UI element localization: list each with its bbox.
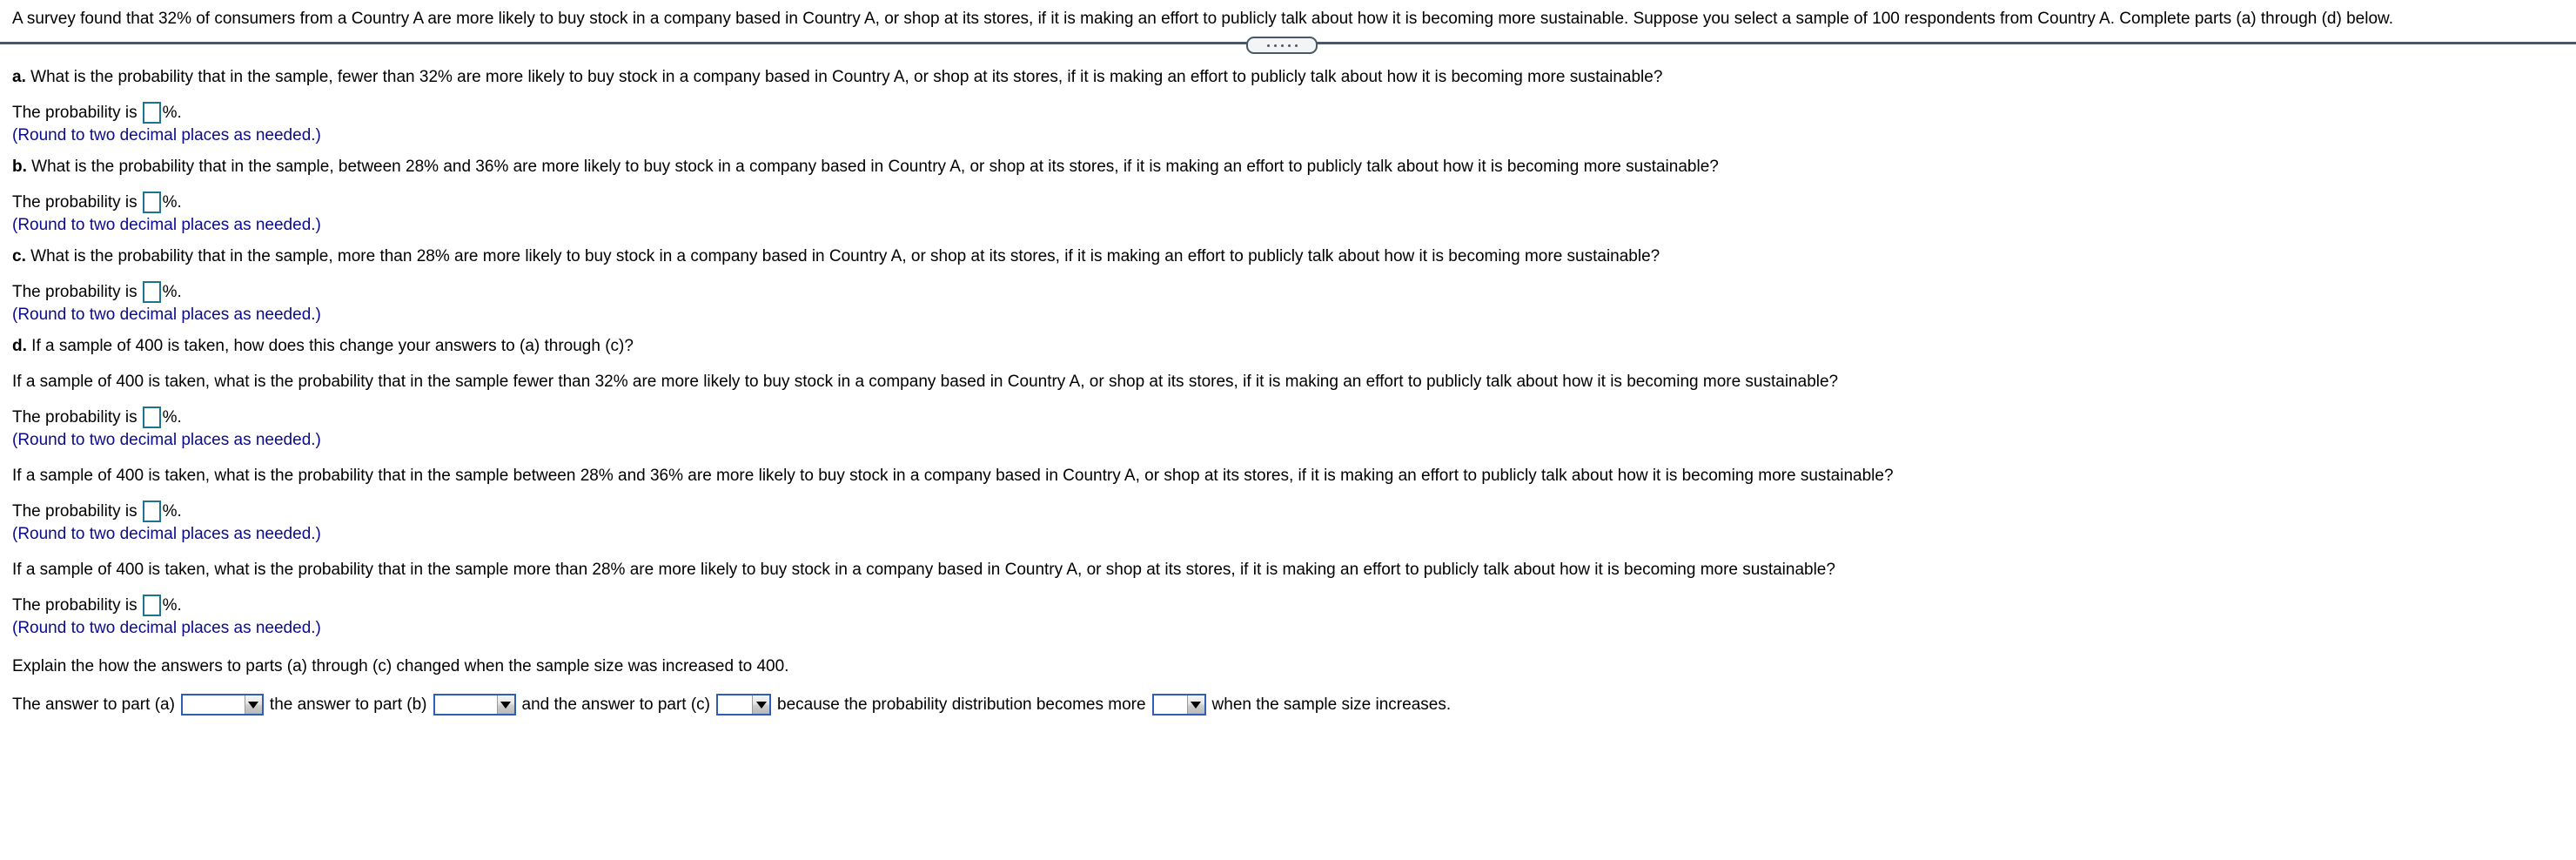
question-text-a: What is the probability that in the samp…	[30, 68, 1663, 86]
dropdown-part-a[interactable]	[180, 694, 264, 716]
conclusion-text-2: the answer to part (b)	[269, 695, 427, 714]
question-part-d: d. If a sample of 400 is taken, how does…	[12, 337, 2564, 356]
part-label-a: a.	[12, 68, 26, 86]
rounding-hint-a: (Round to two decimal places as needed.)	[12, 126, 321, 144]
question-part-a: a. What is the probability that in the s…	[12, 68, 2564, 87]
answer-suffix-b: %.	[162, 192, 182, 212]
answer-lead-c: The probability is	[12, 282, 138, 301]
part-label-b: b.	[12, 158, 27, 176]
answer-input-d2[interactable]	[142, 501, 161, 522]
splitter-dot-icon	[1287, 44, 1291, 47]
dropdown-part-a-value	[183, 695, 245, 714]
part-label-d: d.	[12, 337, 27, 355]
part-label-c: c.	[12, 247, 26, 265]
dropdown-part-b-value	[435, 695, 497, 714]
chevron-down-icon[interactable]	[496, 695, 514, 714]
question-part-d3: If a sample of 400 is taken, what is the…	[12, 561, 1835, 579]
answer-lead-b: The probability is	[12, 192, 138, 212]
rounding-hint-d1: (Round to two decimal places as needed.)	[12, 431, 321, 449]
splitter-dot-icon	[1280, 44, 1284, 47]
answer-row-c: The probability is %.	[12, 281, 2564, 303]
answer-suffix-a: %.	[162, 103, 182, 122]
answer-input-d3[interactable]	[142, 595, 161, 616]
answer-input-d1[interactable]	[142, 406, 161, 428]
question-text-b: What is the probability that in the samp…	[31, 158, 1719, 176]
answer-input-b[interactable]	[142, 191, 161, 213]
answer-suffix-d1: %.	[162, 407, 182, 427]
answer-lead-d2: The probability is	[12, 501, 138, 521]
splitter-dot-icon	[1273, 44, 1277, 47]
answer-lead-d3: The probability is	[12, 595, 138, 615]
question-part-d2: If a sample of 400 is taken, what is the…	[12, 467, 1894, 485]
question-text-d: If a sample of 400 is taken, how does th…	[31, 337, 634, 355]
dropdown-distribution[interactable]	[1151, 694, 1206, 716]
dropdown-part-c-value	[718, 695, 752, 714]
select-wrap-part-b[interactable]	[433, 694, 516, 716]
splitter-dot-icon	[1266, 44, 1270, 47]
answer-suffix-c: %.	[162, 282, 182, 301]
panel-splitter[interactable]	[0, 37, 2576, 56]
answer-row-b: The probability is %.	[12, 191, 2564, 213]
question-part-c: c. What is the probability that in the s…	[12, 247, 2564, 266]
answer-input-c[interactable]	[142, 281, 161, 303]
chevron-down-icon[interactable]	[244, 695, 262, 714]
rounding-hint-d2: (Round to two decimal places as needed.)	[12, 525, 321, 543]
answer-row-a: The probability is %.	[12, 102, 2564, 124]
answer-row-d2: The probability is %.	[12, 501, 2564, 522]
explain-prompt: Explain the how the answers to parts (a)…	[12, 657, 789, 675]
conclusion-text-3: and the answer to part (c)	[521, 695, 711, 714]
answer-suffix-d3: %.	[162, 595, 182, 615]
answer-lead-d1: The probability is	[12, 407, 138, 427]
question-part-d1: If a sample of 400 is taken, what is the…	[12, 373, 1839, 391]
splitter-drag-handle[interactable]	[1246, 37, 1318, 54]
splitter-dot-icon	[1294, 44, 1298, 47]
answer-input-a[interactable]	[142, 102, 161, 124]
question-text-c: What is the probability that in the samp…	[30, 247, 1660, 265]
dropdown-part-c[interactable]	[716, 694, 772, 716]
rounding-hint-c: (Round to two decimal places as needed.)	[12, 306, 321, 324]
conclusion-sentence-row: The answer to part (a) the answer to par…	[12, 694, 2564, 716]
rounding-hint-b: (Round to two decimal places as needed.)	[12, 216, 321, 234]
chevron-down-icon[interactable]	[752, 695, 770, 714]
conclusion-text-5: when the sample size increases.	[1211, 695, 1452, 714]
rounding-hint-d3: (Round to two decimal places as needed.)	[12, 619, 321, 637]
answer-row-d3: The probability is %.	[12, 595, 2564, 616]
conclusion-text-1: The answer to part (a)	[12, 695, 175, 714]
problem-statement: A survey found that 32% of consumers fro…	[12, 10, 2393, 28]
select-wrap-part-a[interactable]	[180, 694, 264, 716]
conclusion-text-4: because the probability distribution bec…	[777, 695, 1146, 714]
answer-lead-a: The probability is	[12, 103, 138, 122]
select-wrap-part-c[interactable]	[716, 694, 772, 716]
select-wrap-distribution[interactable]	[1151, 694, 1206, 716]
dropdown-part-b[interactable]	[433, 694, 516, 716]
question-part-b: b. What is the probability that in the s…	[12, 158, 2564, 177]
answer-suffix-d2: %.	[162, 501, 182, 521]
chevron-down-icon[interactable]	[1186, 695, 1204, 714]
answer-row-d1: The probability is %.	[12, 406, 2564, 428]
problem-body: a. What is the probability that in the s…	[0, 68, 2576, 716]
dropdown-distribution-value	[1154, 695, 1187, 714]
